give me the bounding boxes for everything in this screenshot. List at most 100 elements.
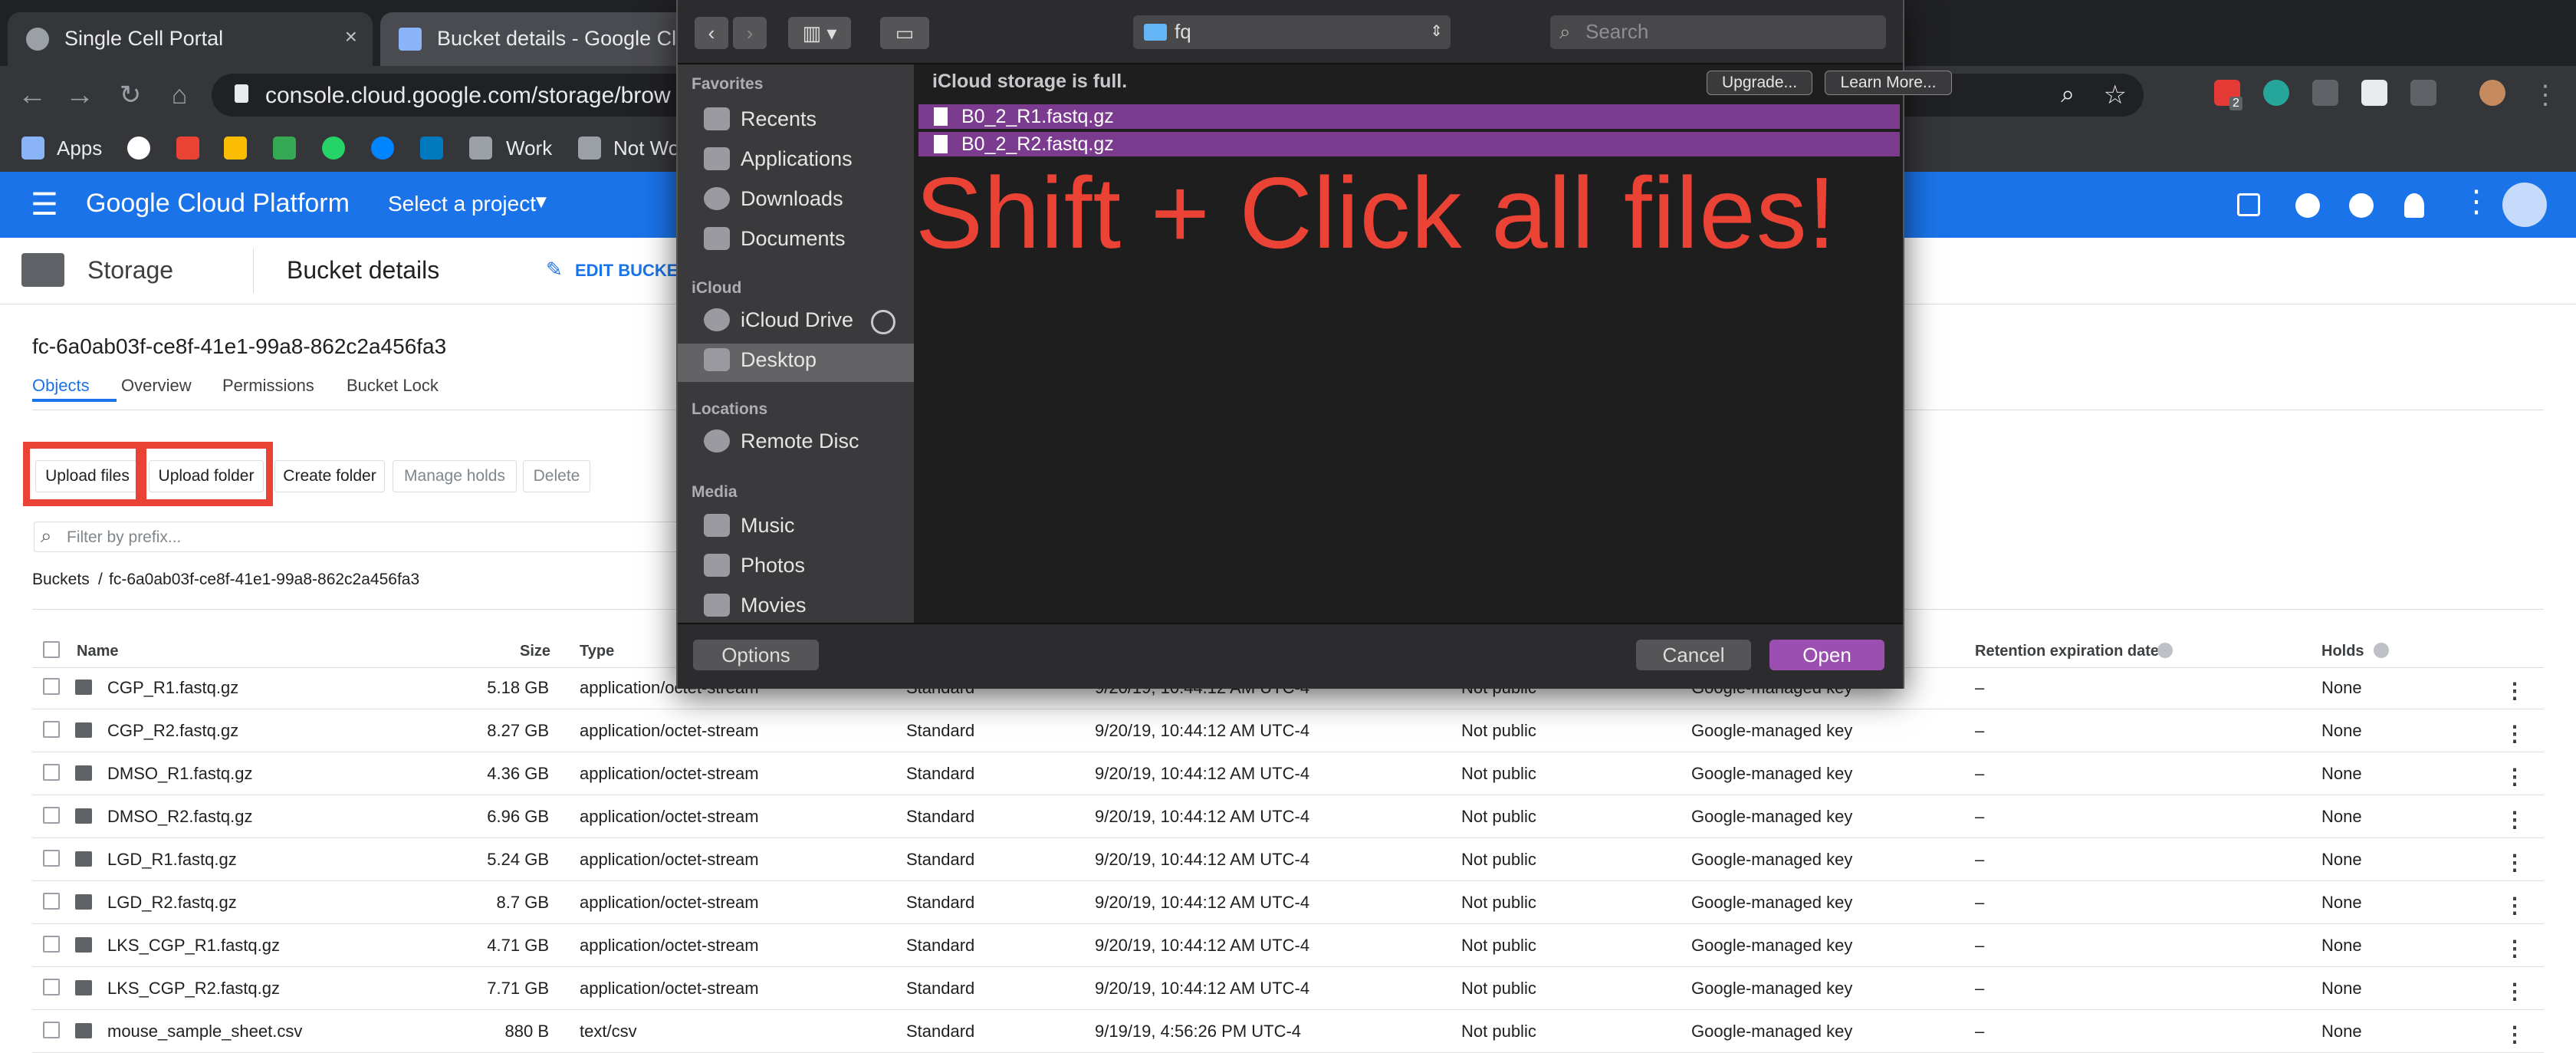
table-row[interactable]: DMSO_R1.fastq.gz 4.36 GB application/octet… (32, 752, 2544, 795)
row-menu-icon[interactable]: ⋮ (2504, 893, 2525, 918)
row-menu-icon[interactable]: ⋮ (2504, 936, 2525, 961)
object-name[interactable]: DMSO_R1.fastq.gz (107, 764, 253, 784)
tab-bucket-details[interactable]: Bucket details - Google Clou (380, 12, 699, 66)
row-menu-icon[interactable]: ⋮ (2504, 979, 2525, 1004)
open-button[interactable]: Open (1769, 640, 1884, 670)
bookmark-work[interactable]: Work (506, 133, 552, 163)
edit-bucket-button[interactable]: EDIT BUCKET (575, 261, 688, 281)
grammarly-icon[interactable] (2263, 80, 2289, 106)
gmail-icon[interactable] (176, 137, 199, 160)
project-selector[interactable]: Select a project (388, 192, 536, 216)
object-name[interactable]: LGD_R1.fastq.gz (107, 850, 237, 870)
tab-single-cell-portal[interactable]: Single Cell Portal × (8, 12, 373, 66)
row-checkbox[interactable] (43, 678, 60, 695)
close-tab-icon[interactable]: × (345, 25, 357, 49)
table-row[interactable]: DMSO_R2.fastq.gz 6.96 GB application/octet… (32, 795, 2544, 838)
cloud-shell-icon[interactable] (2237, 193, 2260, 216)
more-vert-icon[interactable]: ⋮ (2461, 184, 2492, 219)
browser-menu-icon[interactable]: ⋮ (2527, 77, 2564, 114)
object-name[interactable]: LGD_R2.fastq.gz (107, 893, 237, 913)
extension-icon[interactable] (2312, 80, 2338, 106)
sidebar-item-music[interactable]: Music (741, 514, 795, 538)
column-name[interactable]: Name (77, 643, 118, 660)
table-row[interactable]: mouse_sample_sheet.csv 880 B text/csv Stand… (32, 1009, 2544, 1053)
row-menu-icon[interactable]: ⋮ (2504, 850, 2525, 875)
table-row[interactable]: LKS_CGP_R2.fastq.gz 7.71 GB application/oc… (32, 966, 2544, 1010)
filter-input[interactable]: ⌕ Filter by prefix... (34, 522, 679, 552)
tab-permissions[interactable]: Permissions (222, 376, 314, 396)
google-icon[interactable] (127, 137, 150, 160)
messenger-icon[interactable] (371, 137, 394, 160)
bookmark-apps[interactable]: Apps (57, 133, 102, 163)
maps-icon[interactable] (273, 137, 296, 160)
column-holds[interactable]: Holds (2321, 643, 2364, 660)
row-menu-icon[interactable]: ⋮ (2504, 1022, 2525, 1047)
table-row[interactable]: LGD_R1.fastq.gz 5.24 GB application/octet-… (32, 837, 2544, 881)
cancel-button[interactable]: Cancel (1636, 640, 1751, 670)
trello-icon[interactable] (420, 137, 443, 160)
table-row[interactable]: LKS_CGP_R1.fastq.gz 4.71 GB application/oc… (32, 923, 2544, 967)
row-checkbox[interactable] (43, 936, 60, 953)
column-size[interactable]: Size (520, 643, 550, 660)
whatsapp-icon[interactable] (322, 137, 345, 160)
tab-overview[interactable]: Overview (121, 376, 192, 396)
select-all-checkbox[interactable] (43, 641, 60, 658)
row-checkbox[interactable] (43, 850, 60, 867)
row-menu-icon[interactable]: ⋮ (2504, 807, 2525, 832)
sidebar-item-documents[interactable]: Documents (741, 227, 846, 251)
object-name[interactable]: LKS_CGP_R1.fastq.gz (107, 936, 280, 956)
file-row[interactable]: B0_2_R1.fastq.gz (918, 104, 1900, 129)
object-name[interactable]: CGP_R1.fastq.gz (107, 678, 238, 698)
account-avatar-icon[interactable] (2502, 183, 2547, 227)
sidebar-item-movies[interactable]: Movies (741, 594, 807, 617)
hamburger-menu-icon[interactable]: ☰ (31, 187, 58, 222)
extension-icon[interactable] (2410, 80, 2436, 106)
row-checkbox[interactable] (43, 979, 60, 995)
object-name[interactable]: CGP_R2.fastq.gz (107, 721, 238, 741)
column-type[interactable]: Type (580, 643, 614, 660)
chevron-down-icon[interactable]: ▼ (532, 192, 550, 213)
breadcrumb-buckets[interactable]: Buckets (32, 571, 90, 589)
sidebar-item-icloud-drive[interactable]: iCloud Drive (741, 308, 853, 332)
sidebar-item-applications[interactable]: Applications (741, 147, 853, 171)
row-menu-icon[interactable]: ⋮ (2504, 764, 2525, 789)
row-checkbox[interactable] (43, 721, 60, 738)
options-button[interactable]: Options (693, 640, 819, 670)
row-menu-icon[interactable]: ⋮ (2504, 678, 2525, 703)
column-retention[interactable]: Retention expiration date (1975, 643, 2159, 660)
help-icon[interactable] (2349, 193, 2374, 218)
row-checkbox[interactable] (43, 764, 60, 781)
back-icon[interactable]: ‹ (695, 17, 728, 49)
profile-avatar-icon[interactable] (2479, 80, 2505, 106)
object-name[interactable]: LKS_CGP_R2.fastq.gz (107, 979, 280, 999)
sidebar-item-remote-disc[interactable]: Remote Disc (741, 429, 859, 453)
gcp-brand[interactable]: Google Cloud Platform (86, 189, 350, 219)
delete-button[interactable]: Delete (523, 460, 590, 492)
help-icon[interactable] (2374, 643, 2389, 658)
upgrade-button[interactable]: Upgrade... (1707, 71, 1812, 95)
search-input[interactable]: ⌕ Search (1550, 15, 1886, 49)
row-menu-icon[interactable]: ⋮ (2504, 721, 2525, 746)
row-checkbox[interactable] (43, 1022, 60, 1038)
drive-icon[interactable] (224, 137, 247, 160)
sidebar-item-desktop[interactable]: Desktop (741, 348, 816, 372)
home-icon[interactable]: ⌂ (161, 77, 198, 114)
new-folder-icon[interactable]: ▭ (880, 17, 929, 49)
document-icon[interactable] (2361, 80, 2387, 106)
notifications-icon[interactable] (2404, 193, 2424, 218)
help-icon[interactable] (2157, 643, 2173, 658)
row-checkbox[interactable] (43, 807, 60, 824)
forward-icon[interactable]: → (61, 77, 98, 114)
tab-bucket-lock[interactable]: Bucket Lock (347, 376, 439, 396)
forward-icon[interactable]: › (733, 17, 767, 49)
create-folder-button[interactable]: Create folder (274, 460, 385, 492)
bookmark-not-work[interactable]: Not Wo (613, 133, 679, 163)
reload-icon[interactable]: ↻ (112, 77, 149, 114)
learn-more-button[interactable]: Learn More... (1825, 71, 1952, 95)
row-checkbox[interactable] (43, 893, 60, 910)
back-icon[interactable]: ← (14, 77, 51, 114)
object-name[interactable]: DMSO_R2.fastq.gz (107, 807, 253, 827)
feedback-icon[interactable] (2295, 193, 2320, 218)
folder-location-select[interactable]: fq ⇕ (1133, 15, 1451, 49)
zoom-icon[interactable]: ⌕ (2061, 80, 2075, 109)
